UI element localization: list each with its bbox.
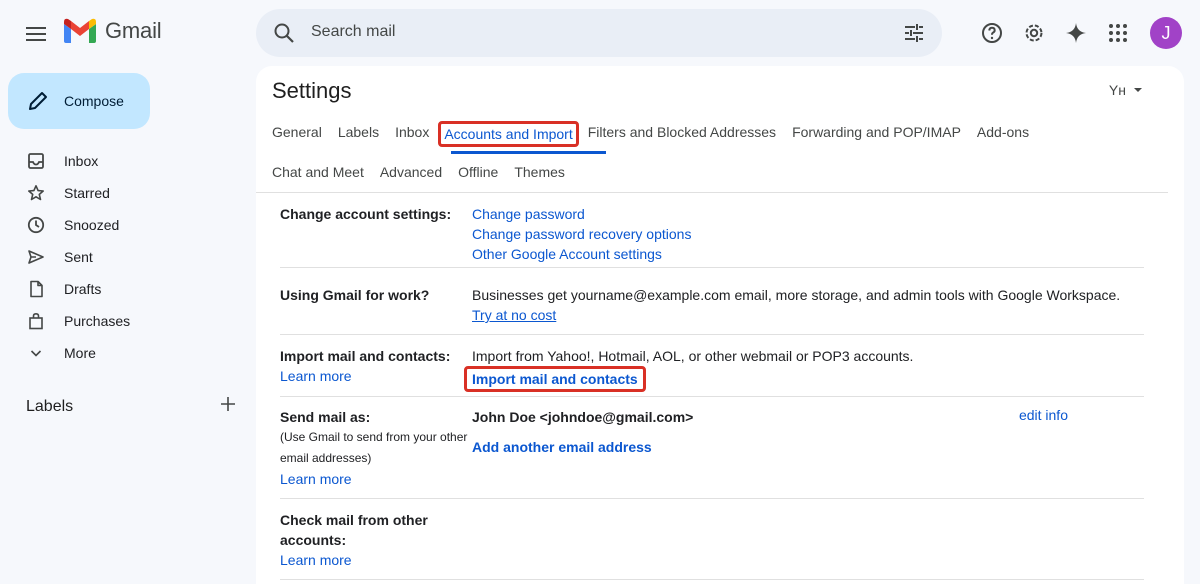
try-at-no-cost-link[interactable]: Try at no cost xyxy=(472,305,556,325)
sidebar-item-inbox[interactable]: Inbox xyxy=(0,145,256,177)
input-tools-button[interactable]: Yн xyxy=(1109,82,1144,98)
tab-themes[interactable]: Themes xyxy=(514,164,565,188)
clock-icon xyxy=(26,215,46,235)
section-label: Send mail as: xyxy=(280,409,371,425)
tab-forwarding[interactable]: Forwarding and POP/IMAP xyxy=(792,124,961,148)
import-learn-more-link[interactable]: Learn more xyxy=(280,366,470,386)
tab-offline[interactable]: Offline xyxy=(458,164,498,188)
tab-add-ons[interactable]: Add-ons xyxy=(977,124,1029,148)
tab-general[interactable]: General xyxy=(272,124,322,148)
change-password-link[interactable]: Change password xyxy=(472,204,691,224)
add-email-address-link[interactable]: Add another email address xyxy=(472,437,652,457)
input-language-label: Yн xyxy=(1108,82,1126,98)
chevron-down-icon xyxy=(26,343,46,363)
sidebar-item-label: Inbox xyxy=(64,153,99,169)
draft-icon xyxy=(26,279,46,299)
check-mail-learn-more-link[interactable]: Learn more xyxy=(280,550,450,570)
apps-button[interactable] xyxy=(1098,13,1138,53)
labels-heading: Labels xyxy=(26,397,74,415)
search-placeholder[interactable]: Search mail xyxy=(311,23,395,41)
tab-inbox[interactable]: Inbox xyxy=(395,124,429,148)
sidebar-item-sent[interactable]: Sent xyxy=(0,241,256,273)
settings-panel: Settings Yн General Labels Inbox Account… xyxy=(256,66,1184,584)
sidebar-item-label: More xyxy=(64,345,96,361)
add-label-button[interactable] xyxy=(220,396,236,417)
pencil-icon xyxy=(29,92,47,110)
settings-button[interactable] xyxy=(1014,13,1054,53)
compose-label: Compose xyxy=(64,93,124,109)
tabs-divider xyxy=(256,192,1168,193)
section-label: Check mail from other accounts: xyxy=(280,512,428,548)
tab-accounts-and-import[interactable]: Accounts and Import xyxy=(438,121,579,147)
tab-filters[interactable]: Filters and Blocked Addresses xyxy=(588,124,776,148)
sidebar-item-purchases[interactable]: Purchases xyxy=(0,305,256,337)
sidebar-nav: Inbox Starred Snoozed Sent Drafts Purcha… xyxy=(0,145,256,369)
send-icon xyxy=(26,247,46,267)
sidebar-item-label: Drafts xyxy=(64,281,102,297)
send-as-learn-more-link[interactable]: Learn more xyxy=(280,469,470,489)
compose-button[interactable]: Compose xyxy=(8,73,150,129)
tab-chat-and-meet[interactable]: Chat and Meet xyxy=(272,164,364,188)
avatar[interactable]: J xyxy=(1150,17,1182,49)
search-icon[interactable] xyxy=(272,21,296,50)
search-options-icon[interactable] xyxy=(902,21,926,50)
hamburger-icon xyxy=(26,27,46,41)
sparkle-icon xyxy=(1066,23,1086,43)
inbox-icon xyxy=(26,151,46,171)
google-account-link[interactable]: Other Google Account settings xyxy=(472,244,691,264)
star-icon xyxy=(26,183,46,203)
section-label: Import mail and contacts: xyxy=(280,348,451,364)
workspace-promo-text: Businesses get yourname@example.com emai… xyxy=(472,287,1121,303)
tab-advanced[interactable]: Advanced xyxy=(380,164,442,188)
sidebar-item-starred[interactable]: Starred xyxy=(0,177,256,209)
section-import: Import mail and contacts: Learn more Imp… xyxy=(280,346,1144,397)
bag-icon xyxy=(26,311,46,331)
main-menu-button[interactable] xyxy=(16,14,56,54)
help-button[interactable] xyxy=(972,13,1012,53)
sidebar-item-more[interactable]: More xyxy=(0,337,256,369)
apps-grid-icon xyxy=(1109,24,1127,42)
section-label: Change account settings: xyxy=(280,206,452,222)
top-bar: Gmail Search mail J xyxy=(0,0,1200,66)
sidebar-item-label: Snoozed xyxy=(64,217,120,233)
sidebar-item-drafts[interactable]: Drafts xyxy=(0,273,256,305)
section-change-account: Change account settings: Change password… xyxy=(280,204,1144,268)
recovery-options-link[interactable]: Change password recovery options xyxy=(472,224,691,244)
edit-info-link[interactable]: edit info xyxy=(1019,407,1068,423)
section-send-mail-as: Send mail as: (Use Gmail to send from yo… xyxy=(280,407,1144,499)
gear-icon xyxy=(1025,24,1043,42)
section-label: Using Gmail for work? xyxy=(280,287,430,303)
caret-down-icon xyxy=(1134,88,1142,92)
tab-labels[interactable]: Labels xyxy=(338,124,379,148)
send-as-description: (Use Gmail to send from your other email… xyxy=(280,430,468,465)
labels-header: Labels xyxy=(26,396,236,417)
app-name: Gmail xyxy=(105,18,162,43)
import-mail-and-contacts-link[interactable]: Import mail and contacts xyxy=(464,366,646,392)
import-description: Import from Yahoo!, Hotmail, AOL, or oth… xyxy=(472,348,914,364)
section-check-mail: Check mail from other accounts: Learn mo… xyxy=(280,510,1144,580)
sidebar-item-label: Starred xyxy=(64,185,110,201)
gmail-m-icon xyxy=(64,18,96,43)
send-as-identity: John Doe <johndoe@gmail.com> xyxy=(472,409,694,425)
sidebar-item-snoozed[interactable]: Snoozed xyxy=(0,209,256,241)
active-tab-indicator xyxy=(451,151,606,154)
gemini-button[interactable] xyxy=(1056,13,1096,53)
gmail-logo[interactable]: Gmail xyxy=(64,18,162,44)
section-gmail-for-work: Using Gmail for work? Businesses get you… xyxy=(280,285,1144,335)
help-icon xyxy=(982,23,1002,43)
sidebar-item-label: Sent xyxy=(64,249,93,265)
sidebar-item-label: Purchases xyxy=(64,313,131,329)
plus-icon xyxy=(221,397,235,411)
search-bar[interactable]: Search mail xyxy=(256,9,942,57)
page-title: Settings xyxy=(272,78,352,103)
